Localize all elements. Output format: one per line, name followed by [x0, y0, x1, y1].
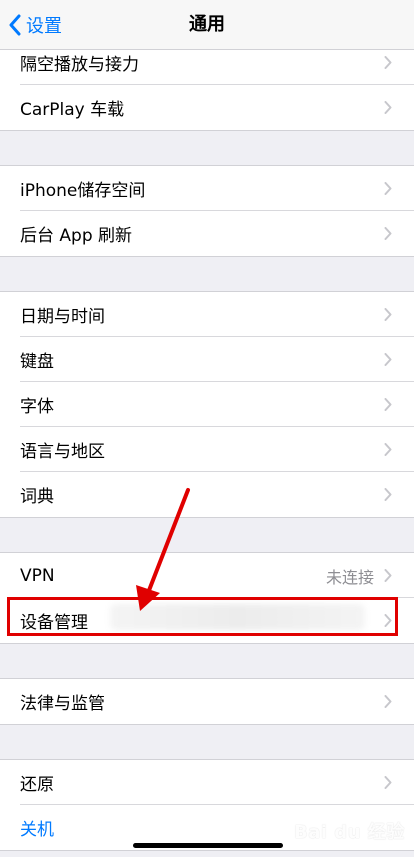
chevron-right-icon [384, 56, 392, 69]
vpn-status-value: 未连接 [325, 567, 374, 587]
chevron-right-icon [384, 443, 392, 456]
chevron-right-icon [384, 776, 392, 789]
chevron-right-icon [384, 308, 392, 321]
chevron-right-icon [384, 569, 392, 582]
settings-list: 隔空播放与接力 CarPlay 车载 iPhone储存空间 后台 App 刷新 [0, 40, 414, 851]
row-dictionary[interactable]: 词典 [0, 472, 414, 517]
row-device-management[interactable]: 设备管理 [0, 598, 414, 643]
settings-group-legal: 法律与监管 [0, 678, 414, 725]
home-indicator[interactable] [133, 843, 283, 848]
row-label: 语言与地区 [20, 442, 105, 462]
navigation-bar: 设置 通用 [0, 0, 414, 50]
chevron-right-icon [384, 101, 392, 114]
shut-down-label: 关机 [20, 820, 54, 840]
chevron-right-icon [384, 614, 392, 627]
row-label: 字体 [20, 397, 54, 417]
row-label: 日期与时间 [20, 307, 105, 327]
row-label: 后台 App 刷新 [20, 226, 133, 246]
row-label: VPN [20, 565, 55, 586]
page-title: 通用 [189, 14, 225, 35]
row-label: iPhone储存空间 [20, 181, 146, 201]
settings-group-locale: 日期与时间 键盘 字体 语言与地区 词典 [0, 291, 414, 518]
row-background-app-refresh[interactable]: 后台 App 刷新 [0, 211, 414, 256]
row-fonts[interactable]: 字体 [0, 382, 414, 427]
row-label: 法律与监管 [20, 694, 105, 714]
chevron-right-icon [384, 488, 392, 501]
row-carplay[interactable]: CarPlay 车载 [0, 85, 414, 130]
row-label: 隔空播放与接力 [20, 55, 139, 75]
chevron-right-icon [384, 398, 392, 411]
row-label: 设备管理 [20, 613, 88, 633]
settings-group-storage: iPhone储存空间 后台 App 刷新 [0, 165, 414, 257]
chevron-right-icon [384, 695, 392, 708]
chevron-right-icon [384, 353, 392, 366]
settings-group-network: VPN 未连接 设备管理 [0, 552, 414, 644]
row-vpn[interactable]: VPN 未连接 [0, 553, 414, 598]
chevron-right-icon [384, 227, 392, 240]
row-label: CarPlay 车载 [20, 100, 125, 120]
chevron-right-icon [384, 182, 392, 195]
row-keyboard[interactable]: 键盘 [0, 337, 414, 382]
row-label: 词典 [20, 487, 54, 507]
row-label: 还原 [20, 775, 54, 795]
row-reset[interactable]: 还原 [0, 760, 414, 805]
row-language-region[interactable]: 语言与地区 [0, 427, 414, 472]
row-legal-regulatory[interactable]: 法律与监管 [0, 679, 414, 724]
row-iphone-storage[interactable]: iPhone储存空间 [0, 166, 414, 211]
row-label: 键盘 [20, 352, 54, 372]
settings-group-continuity: 隔空播放与接力 CarPlay 车载 [0, 40, 414, 131]
settings-group-reset: 还原 关机 [0, 759, 414, 851]
row-date-time[interactable]: 日期与时间 [0, 292, 414, 337]
